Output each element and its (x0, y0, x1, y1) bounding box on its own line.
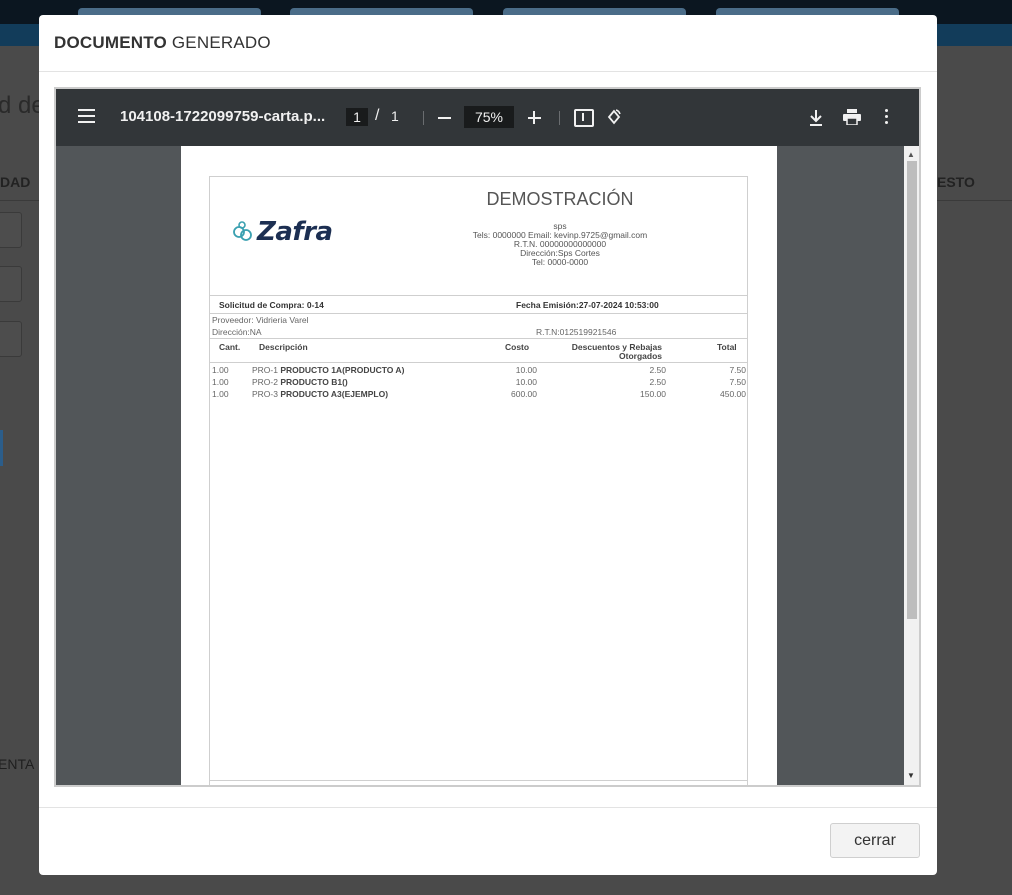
page-separator: / (375, 107, 380, 124)
column-discount-line2: Otorgados (619, 351, 662, 361)
background-tab-indicator (0, 430, 3, 466)
logo-text: Zafra (257, 217, 333, 247)
company-name: DEMOSTRACIÓN (486, 189, 634, 209)
print-icon[interactable] (843, 109, 861, 125)
column-total: Total (717, 342, 737, 352)
scrollbar-thumb[interactable] (907, 161, 917, 619)
request-info-bar: Solicitud de Compra: 0-14 Fecha Emisión:… (210, 295, 747, 314)
item-cost: 10.00 (515, 365, 537, 375)
modal-title-bold: DOCUMENTO (54, 33, 167, 52)
more-options-icon[interactable] (885, 109, 889, 125)
item-code: PRO-3 (252, 389, 278, 399)
document-modal: DOCUMENTO GENERADO 104108-1722099759-car… (39, 15, 937, 875)
item-name: PRODUCTO B1() (280, 377, 348, 387)
logo-icon (233, 221, 252, 241)
modal-footer: cerrar (39, 807, 937, 875)
background-input (0, 266, 22, 302)
column-qty: Cant. (219, 342, 241, 352)
modal-title-rest: GENERADO (171, 33, 271, 52)
toolbar-divider (559, 111, 560, 125)
company-details: sps Tels: 0000000 Email: kevinp.9725@gma… (430, 222, 690, 267)
item-qty: 1.00 (212, 365, 229, 375)
column-discount: Descuentos y Rebajas Otorgados (566, 343, 662, 361)
close-button[interactable]: cerrar (830, 823, 920, 858)
issue-date: Fecha Emisión:27-07-2024 10:53:00 (516, 300, 659, 310)
item-total: 7.50 (729, 365, 746, 375)
rotate-icon[interactable] (606, 109, 622, 125)
supplier-name: Proveedor: Vidrieria Varel (212, 315, 309, 325)
toolbar-divider (423, 111, 424, 125)
background-column-header: ESTO (937, 174, 975, 190)
modal-title: DOCUMENTO GENERADO (54, 33, 271, 53)
supplier-info: Proveedor: Vidrieria Varel Dirección:NA … (210, 313, 747, 339)
request-number: Solicitud de Compra: 0-14 (219, 300, 324, 310)
item-code: PRO-1 (252, 365, 278, 375)
scroll-up-icon[interactable]: ▲ (907, 150, 915, 159)
fit-page-icon[interactable] (574, 109, 594, 127)
item-description: PRO-2 PRODUCTO B1() (252, 377, 348, 387)
background-input (0, 212, 22, 248)
item-discount: 2.50 (649, 365, 666, 375)
document-header: Zafra DEMOSTRACIÓN sps Tels: 0000000 Ema… (210, 177, 747, 296)
zoom-out-icon[interactable] (438, 117, 451, 119)
table-row: 1.00 PRO-3 PRODUCTO A3(EJEMPLO) 600.00 1… (210, 389, 747, 401)
item-qty: 1.00 (212, 377, 229, 387)
purchase-request-document: Zafra DEMOSTRACIÓN sps Tels: 0000000 Ema… (209, 176, 748, 785)
pdf-toolbar: 104108-1722099759-carta.p... 1 / 1 75% (56, 89, 919, 146)
items-table-header: Cant. Descripción Costo Descuentos y Reb… (210, 339, 747, 363)
item-cost: 600.00 (511, 389, 537, 399)
modal-header: DOCUMENTO GENERADO (39, 15, 937, 72)
background-input (0, 321, 22, 357)
item-description: PRO-1 PRODUCTO 1A(PRODUCTO A) (252, 365, 404, 375)
page-number-input[interactable]: 1 (346, 108, 368, 126)
column-description: Descripción (259, 342, 308, 352)
document-footer-line (210, 780, 747, 781)
page-total: 1 (391, 108, 399, 124)
pdf-page: Zafra DEMOSTRACIÓN sps Tels: 0000000 Ema… (181, 146, 777, 785)
item-code: PRO-2 (252, 377, 278, 387)
background-column-header: DAD (0, 174, 31, 190)
menu-icon[interactable] (78, 109, 98, 125)
table-row: 1.00 PRO-2 PRODUCTO B1() 10.00 2.50 7.50 (210, 377, 747, 389)
item-discount: 150.00 (640, 389, 666, 399)
download-icon[interactable] (808, 108, 824, 128)
item-name: PRODUCTO 1A(PRODUCTO A) (280, 365, 405, 375)
pdf-viewer[interactable]: 104108-1722099759-carta.p... 1 / 1 75% Z… (54, 87, 921, 787)
pdf-filename: 104108-1722099759-carta.p... (120, 108, 326, 125)
item-description: PRO-3 PRODUCTO A3(EJEMPLO) (252, 389, 388, 399)
company-detail-line: Tel: 0000-0000 (531, 257, 589, 267)
background-label: ENTA (0, 756, 35, 772)
zoom-in-icon-vertical[interactable] (533, 111, 535, 124)
supplier-rtn: R.T.N:012519921546 (536, 327, 617, 337)
item-total: 7.50 (729, 377, 746, 387)
background-page-title: d de (0, 92, 45, 119)
item-discount: 2.50 (649, 377, 666, 387)
scroll-down-icon[interactable]: ▼ (907, 771, 915, 780)
column-cost: Costo (505, 342, 530, 352)
zoom-input[interactable]: 75% (464, 106, 514, 128)
table-row: 1.00 PRO-1 PRODUCTO 1A(PRODUCTO A) 10.00… (210, 365, 747, 377)
item-qty: 1.00 (212, 389, 229, 399)
item-cost: 10.00 (515, 377, 537, 387)
item-name: PRODUCTO A3(EJEMPLO) (280, 389, 389, 399)
item-total: 450.00 (720, 389, 746, 399)
supplier-address: Dirección:NA (212, 327, 262, 337)
